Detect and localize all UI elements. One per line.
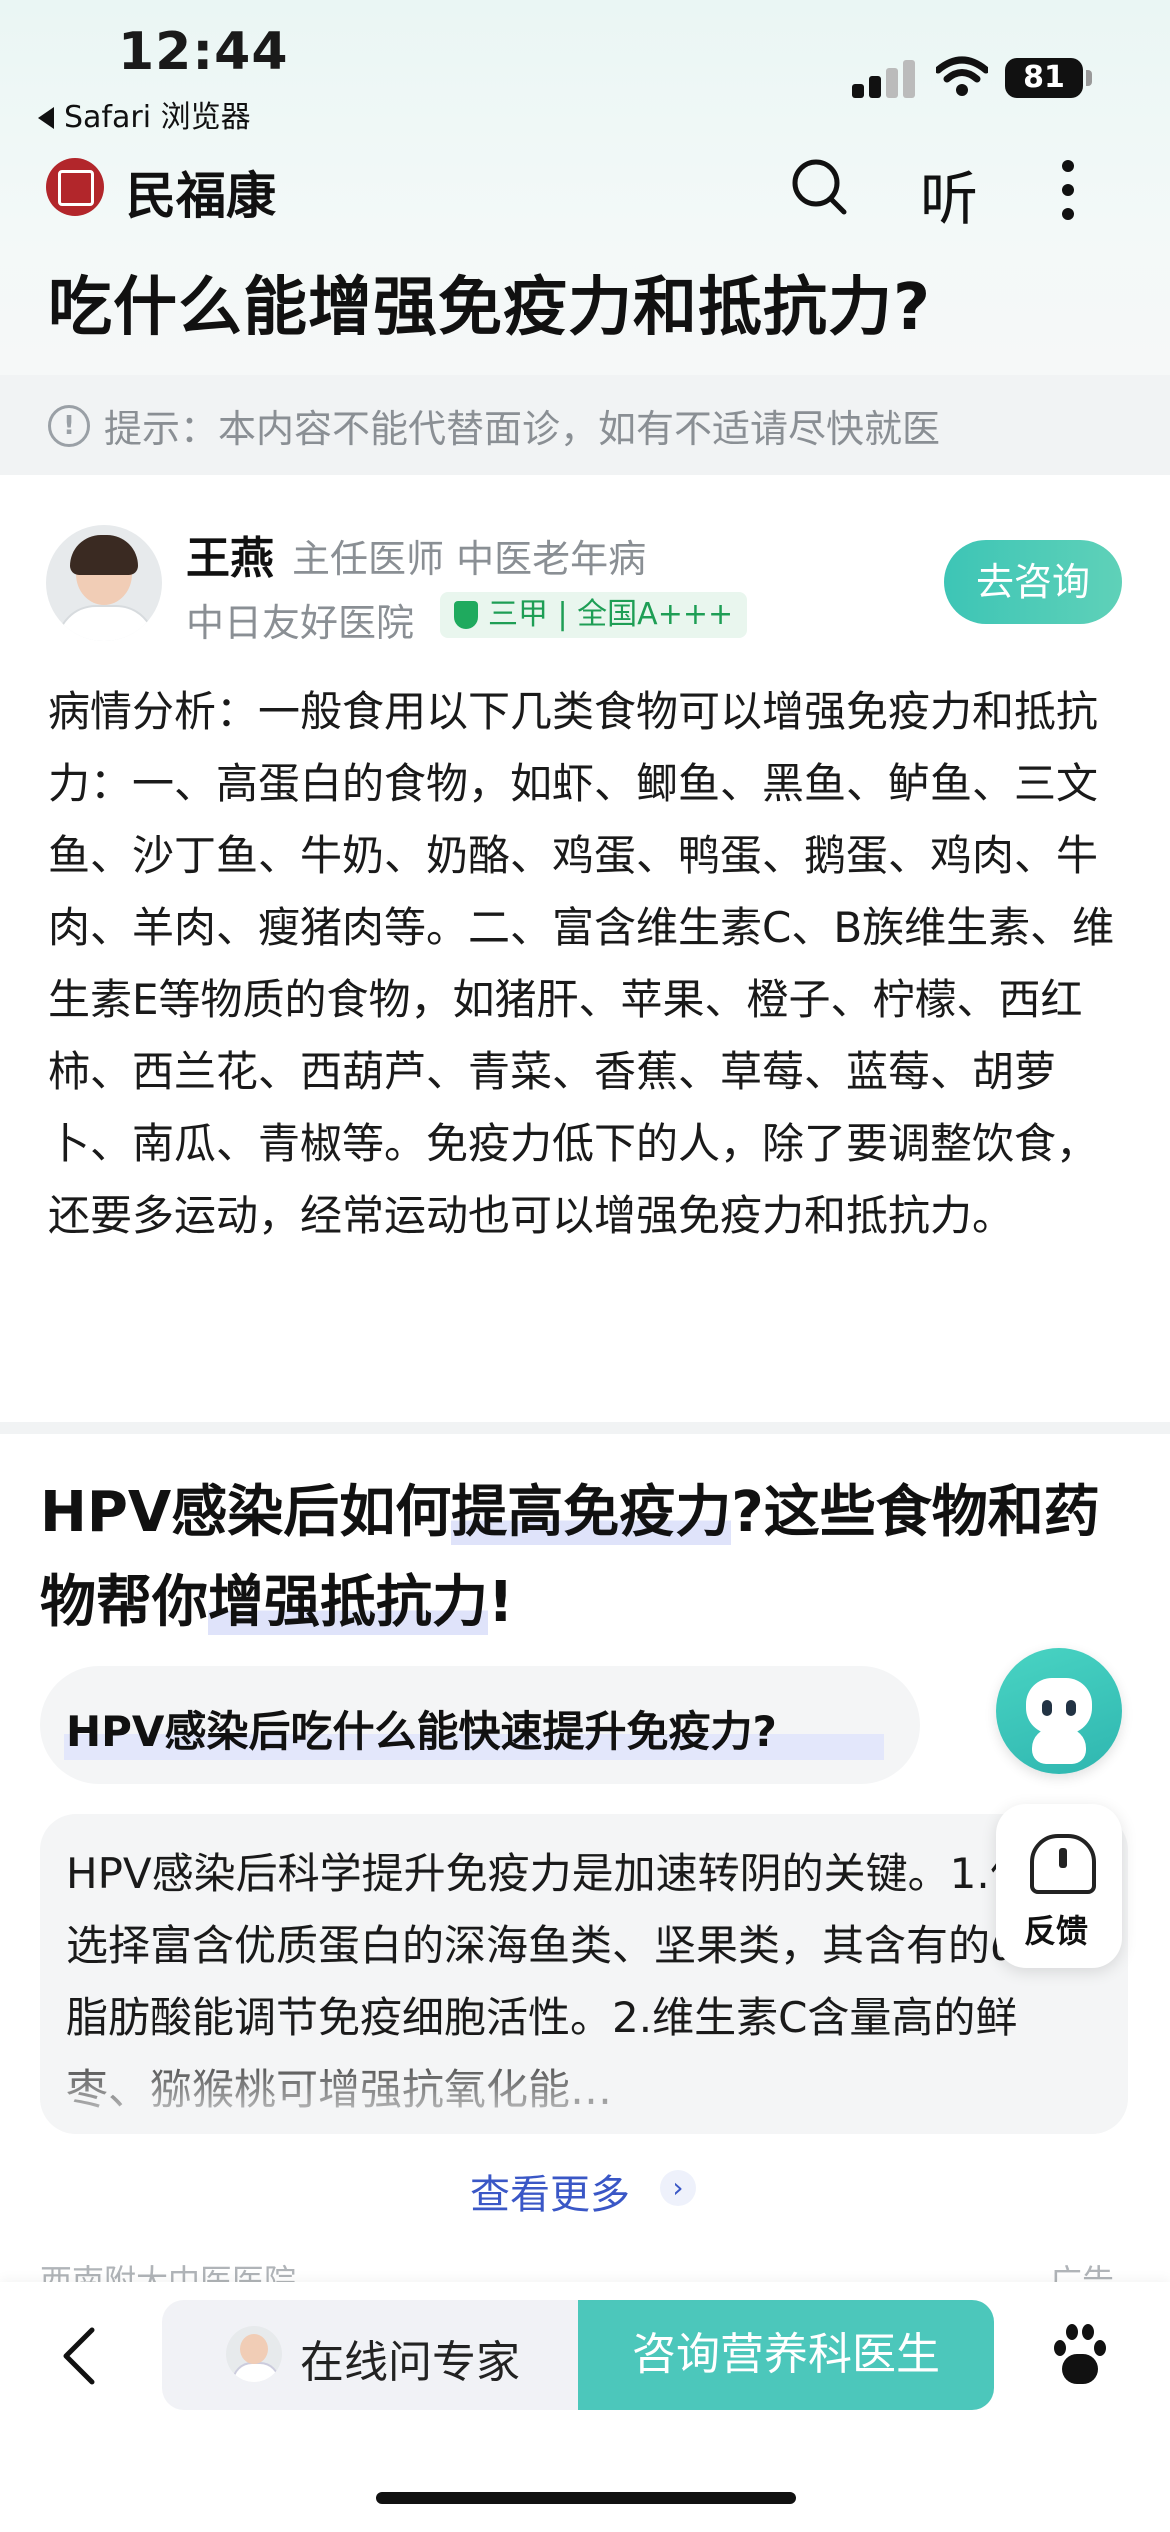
condition-analysis: 病情分析：一般食用以下几类食物可以增强免疫力和抵抗力：一、高蛋白的食物，如虾、鲫… — [48, 687, 1115, 1240]
baidu-paw-icon[interactable] — [1050, 2322, 1110, 2386]
battery-tip — [1086, 70, 1092, 86]
consult-nutrition-doctor-button[interactable]: 咨询营养科医生 — [578, 2300, 994, 2410]
home-indicator[interactable] — [376, 2492, 796, 2504]
back-to-app-link[interactable]: Safari 浏览器 — [38, 92, 251, 136]
feedback-label[interactable]: 反馈 — [1024, 1906, 1088, 1952]
ai-assistant-robot-icon[interactable] — [996, 1648, 1122, 1774]
chevron-right-icon[interactable]: › — [660, 2170, 696, 2206]
doctor-title: 主任医师 中医老年病 — [292, 537, 647, 581]
brand-name[interactable]: 民福康 — [126, 156, 276, 228]
consult-button[interactable]: 去咨询 — [944, 540, 1122, 624]
question-text[interactable]: HPV感染后吃什么能快速提升免疫力? — [66, 1698, 777, 1759]
expert-avatar — [226, 2326, 282, 2382]
brand-logo[interactable] — [46, 158, 104, 216]
status-time: 12:44 — [118, 22, 289, 82]
doctor-name[interactable]: 王燕 — [186, 522, 274, 586]
shield-icon — [454, 601, 478, 629]
info-icon: ! — [48, 405, 90, 447]
more-menu-icon[interactable] — [1058, 158, 1078, 222]
disclaimer-text: 提示：本内容不能代替面诊，如有不适请尽快就医 — [104, 407, 941, 451]
answer-fade — [40, 2040, 1128, 2134]
search-icon[interactable] — [790, 156, 850, 218]
cellular-signal-icon — [852, 58, 916, 98]
hospital-grade-badge: 三甲 | 全国A+++ — [440, 592, 748, 638]
listen-button[interactable]: 听 — [920, 152, 978, 236]
ask-expert-label[interactable]: 在线问专家 — [300, 2326, 520, 2390]
section-divider — [0, 1422, 1170, 1434]
back-arrow-icon[interactable] — [60, 2326, 100, 2386]
back-app-label: Safari 浏览器 — [64, 100, 251, 135]
battery-icon: 81 — [1005, 58, 1083, 98]
wifi-icon — [936, 56, 988, 96]
page-title: 吃什么能增强免疫力和抵抗力? — [48, 271, 932, 345]
article-title[interactable]: HPV感染后如何提高免疫力?这些食物和药物帮你增强抵抗力! — [40, 1468, 1140, 1648]
doctor-hospital: 中日友好医院 — [186, 601, 415, 645]
see-more-link[interactable]: 查看更多 — [470, 2162, 630, 2220]
doctor-avatar[interactable] — [46, 525, 162, 641]
grade-label: 三甲 | 全国A+++ — [488, 597, 734, 632]
feedback-alert-icon[interactable] — [1030, 1834, 1096, 1894]
back-triangle-icon — [38, 107, 54, 129]
